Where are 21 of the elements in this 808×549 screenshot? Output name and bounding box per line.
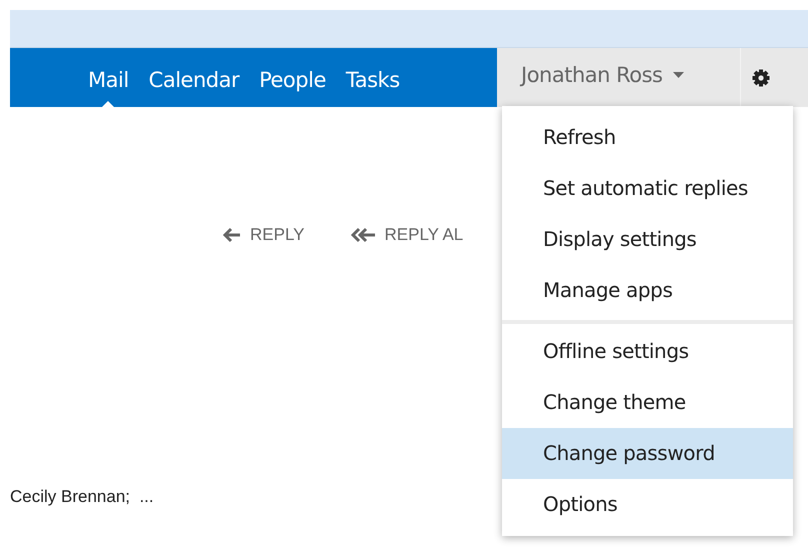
menu-item[interactable]: Offline settings (502, 326, 793, 377)
menu-item[interactable]: Change theme (502, 377, 793, 428)
reply-button[interactable]: REPLY (222, 225, 304, 245)
menu-item[interactable]: Change password (502, 428, 793, 479)
menu-item[interactable]: Manage apps (502, 265, 793, 316)
nav-tab[interactable]: Calendar (138, 48, 250, 107)
recipient-list: Cecily Brennan; ... (10, 487, 154, 507)
double-arrow-left-icon (350, 227, 376, 243)
settings-icon (750, 68, 770, 88)
menu-item[interactable]: Refresh (502, 112, 793, 163)
menu-item[interactable]: Set automatic replies (502, 163, 793, 214)
menu-item[interactable]: Display settings (502, 214, 793, 265)
nav-tab[interactable]: People (249, 48, 336, 107)
reply-button[interactable]: REPLY AL (350, 225, 464, 245)
nav-tab[interactable]: Mail (78, 48, 139, 107)
caret-icon (672, 72, 684, 78)
menu-item[interactable]: Options (502, 479, 793, 530)
nav-tab[interactable]: Tasks (336, 48, 410, 107)
settings-button[interactable] (740, 48, 808, 107)
user-menu-button[interactable]: Jonathan Ross (497, 48, 740, 107)
arrow-left-icon (222, 227, 242, 243)
